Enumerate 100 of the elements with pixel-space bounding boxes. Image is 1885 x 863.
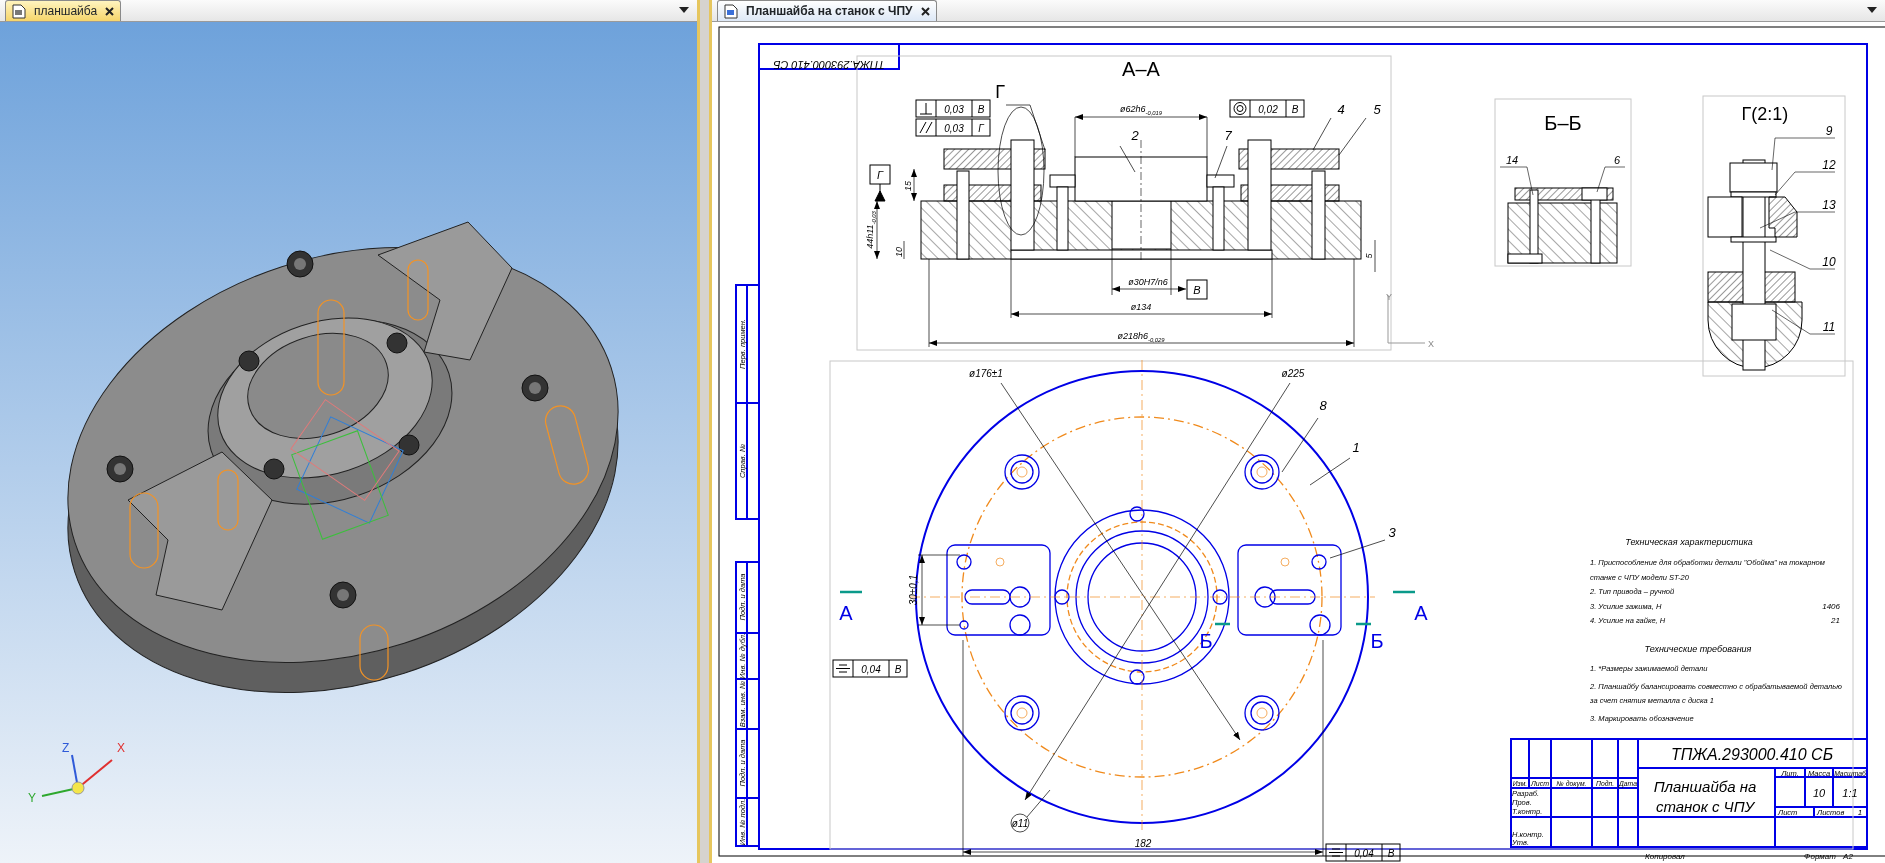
datum-frame — [1186, 279, 1208, 300]
concentricity-icon — [1233, 102, 1247, 115]
part-number: 3 — [1388, 525, 1396, 540]
datum-letter: В — [894, 664, 902, 675]
tolerance-value: 0,04 — [1354, 848, 1374, 859]
section-title: Б–Б — [1544, 112, 1582, 134]
document-icon — [724, 3, 738, 19]
document-title: станок с ЧПУ — [1655, 798, 1755, 815]
part-number: 12 — [1822, 158, 1836, 172]
close-icon[interactable] — [920, 6, 930, 16]
document-tab[interactable]: планшайба — [5, 0, 122, 21]
part-number: 1 — [1352, 440, 1360, 455]
part-number: 5 — [1373, 102, 1381, 117]
symmetry-icon — [835, 664, 851, 673]
document-code: ТПЖА.293000.410 СБ — [1670, 746, 1834, 763]
section-heading: Техническая характеристика — [1625, 537, 1753, 547]
part-number: 4 — [1337, 102, 1345, 117]
dimension-line — [874, 200, 880, 260]
part-number: 13 — [1822, 198, 1836, 212]
dimension-text: 30±0,1 — [908, 574, 919, 606]
part-number: 6 — [1613, 154, 1621, 166]
dimension-text: ø218h6$_{-0,029}$ — [1117, 331, 1165, 343]
dimension-text: ø11 — [1011, 818, 1029, 829]
cutting-plane-line — [1393, 590, 1415, 594]
dimension-text: 182 — [1134, 838, 1152, 849]
dimension-text: ø134 — [1130, 302, 1152, 312]
section-mark: Б — [1370, 630, 1384, 652]
document-title: Планшайба на — [1653, 778, 1757, 795]
leader-line — [1119, 145, 1136, 173]
scale-value: 1:1 — [1842, 787, 1858, 799]
stamp-label: Формат — [1804, 852, 1836, 861]
mass-value: 10 — [1812, 787, 1826, 799]
coordinate-axes-icon — [1387, 294, 1426, 344]
cutting-plane-line — [1215, 622, 1230, 626]
datum-letter: В — [977, 104, 985, 115]
section-heading: Технические требования — [1644, 644, 1752, 654]
datum-letter: В — [1193, 284, 1201, 296]
document-code: ТПЖА.293000.410 СБ — [773, 59, 885, 71]
leader-line — [1338, 117, 1367, 156]
document-icon — [12, 3, 26, 19]
leader-line — [1312, 117, 1332, 151]
dimension-text: 10 — [894, 247, 904, 257]
leader-line — [1214, 145, 1228, 179]
leader-line — [1329, 539, 1386, 559]
tolerance-value: 0,03 — [944, 104, 964, 115]
dimension-text: ø30H7/n6 — [1128, 277, 1168, 287]
spec-value: 21 — [1831, 616, 1840, 625]
cutting-plane-line — [840, 590, 862, 594]
part-number: 8 — [1319, 398, 1327, 413]
part-number: 7 — [1224, 128, 1232, 143]
part-number: 9 — [1825, 124, 1833, 138]
dimension-text: 5 — [1364, 253, 1374, 259]
detail-title: Г(2:1) — [1741, 104, 1789, 124]
dimension-text: ø176±1 — [969, 368, 1003, 379]
part-number: 10 — [1822, 255, 1836, 269]
datum-letter: В — [1291, 104, 1299, 115]
axis-label: Y — [28, 791, 36, 805]
datum-letter: Г — [978, 123, 984, 134]
dropdown-caret-icon[interactable] — [679, 7, 689, 13]
dimension-text: 15 — [903, 181, 913, 191]
parallelism-icon — [919, 121, 933, 134]
dimension-line — [903, 240, 905, 260]
stamp-label: Копировал — [1645, 852, 1685, 861]
dimension-text: ø225 — [1281, 368, 1305, 379]
detail-mark: Г — [995, 82, 1005, 102]
datum-letter: Г — [877, 169, 883, 181]
spec-value: 1406 — [1822, 601, 1840, 611]
document-tab[interactable]: Планшайба на станок с ЧПУ — [717, 0, 937, 21]
dimension-text: ø62h6$_{-0,019}$ — [1119, 104, 1163, 116]
datum-triangle — [874, 183, 886, 202]
sheet-count: 1 — [1857, 808, 1863, 817]
axis-label: X — [117, 741, 125, 755]
part-number: 14 — [1505, 154, 1519, 166]
section-mark: Б — [1199, 630, 1213, 652]
perpendicularity-icon — [919, 102, 933, 115]
tolerance-value: 0,04 — [861, 664, 881, 675]
format-value: A2 — [1843, 852, 1853, 861]
datum-frame — [869, 164, 891, 185]
dimension-line — [1374, 239, 1376, 273]
dimension-line — [917, 554, 961, 626]
cutting-plane-line — [1356, 622, 1371, 626]
axis-label: X — [1428, 339, 1434, 349]
tolerance-value: 0,03 — [944, 123, 964, 134]
axis-label: Z — [62, 741, 70, 755]
callout-circle — [1010, 813, 1030, 833]
symmetry-icon — [1328, 848, 1344, 857]
part-number: 2 — [1131, 128, 1139, 143]
section-mark: А — [1414, 602, 1428, 624]
dimension-line — [911, 168, 917, 202]
section-title: А–А — [1122, 58, 1160, 80]
axis-triad-drawing — [41, 754, 113, 797]
part-number: 11 — [1822, 320, 1836, 334]
dropdown-caret-icon[interactable] — [1867, 7, 1877, 13]
datum-letter: В — [1387, 848, 1395, 859]
leader-line — [1005, 104, 1046, 151]
section-mark: А — [839, 602, 853, 624]
tolerance-value: 0,02 — [1258, 104, 1278, 115]
leader-line — [1026, 789, 1051, 818]
close-icon[interactable] — [105, 6, 115, 16]
axis-label: Y — [1386, 292, 1392, 302]
